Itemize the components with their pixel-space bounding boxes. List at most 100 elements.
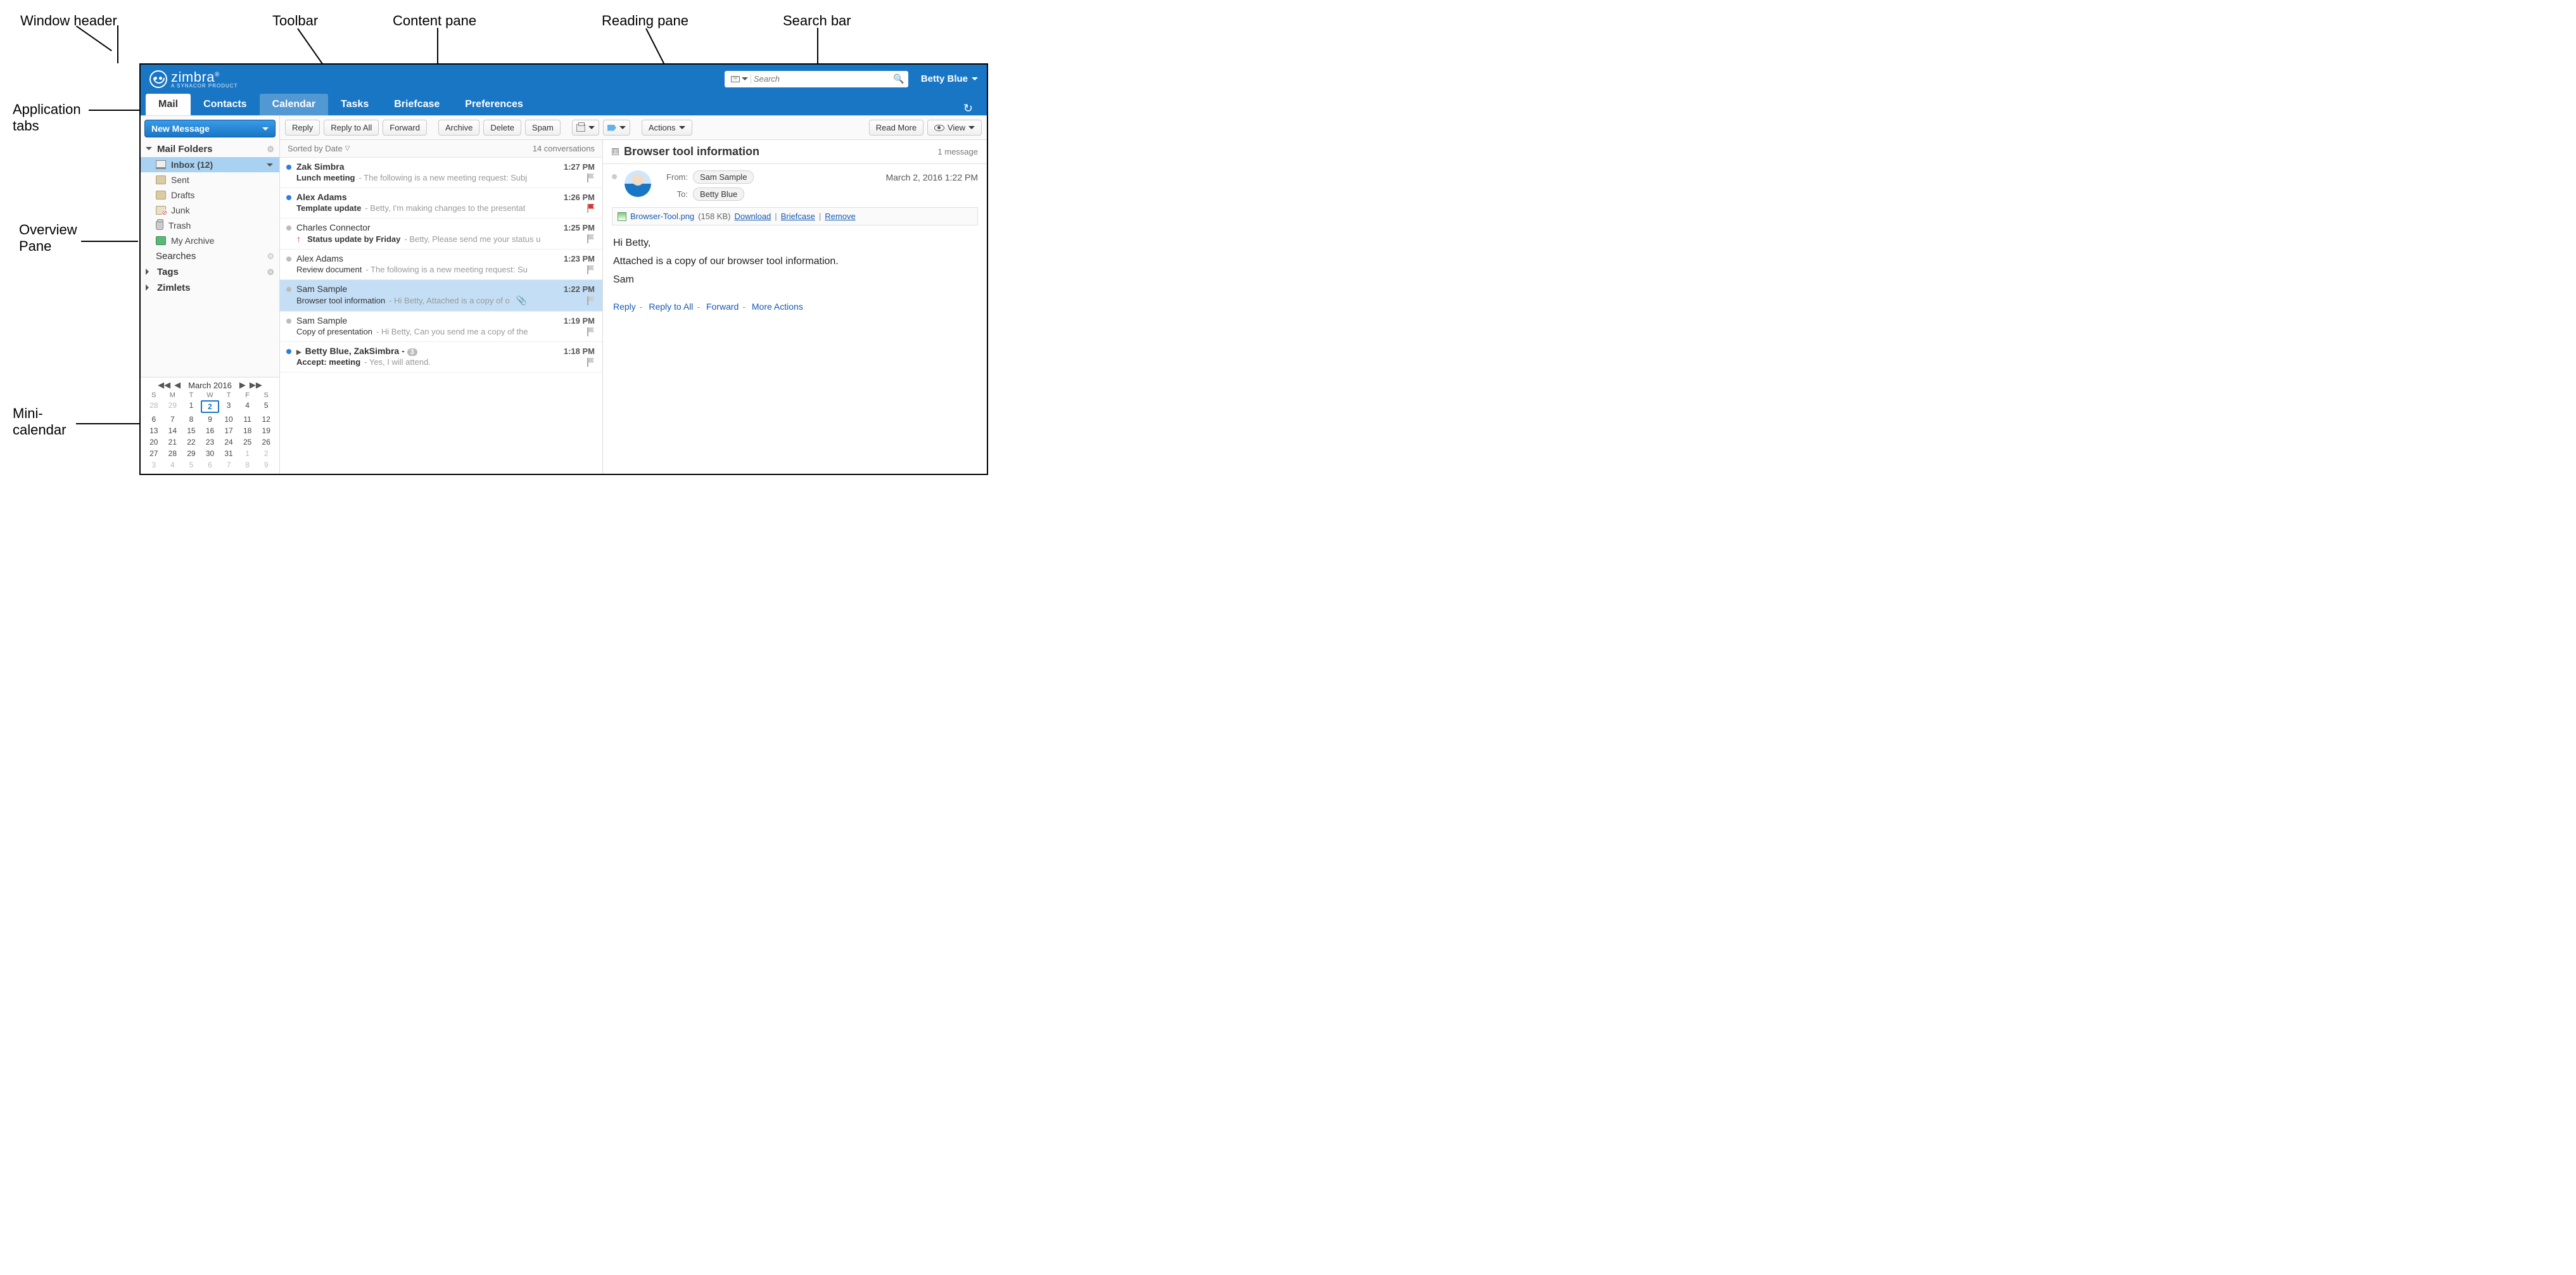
cal-day[interactable]: 17 [219,426,238,436]
cal-day[interactable]: 5 [257,400,276,413]
folder-drafts[interactable]: Drafts [141,187,279,203]
gear-icon[interactable]: ⚙ [267,251,274,262]
refresh-icon[interactable]: ↻ [955,102,982,115]
folder-trash[interactable]: Trash [141,218,279,233]
cal-day[interactable]: 26 [257,437,276,447]
cal-day[interactable]: 15 [182,426,201,436]
cal-day[interactable]: 23 [201,437,220,447]
cal-day[interactable]: 1 [238,448,257,459]
cal-next-year[interactable]: ▶▶ [250,380,262,390]
thread-expand-icon[interactable]: ▶ [296,349,301,356]
cal-day[interactable]: 8 [238,460,257,470]
mail-folders-header[interactable]: Mail Folders ⚙ [141,141,279,157]
message-item[interactable]: Sam Sample 1:19 PM Copy of presentation … [280,312,602,342]
cal-day[interactable]: 11 [238,414,257,424]
cal-day[interactable]: 20 [144,437,163,447]
tags-header[interactable]: Tags⚙ [141,264,279,280]
logo[interactable]: zimbra® A SYNACOR PRODUCT [149,69,238,89]
from-chip[interactable]: Sam Sample [693,170,754,184]
cal-day[interactable]: 7 [163,414,182,424]
message-item[interactable]: Sam Sample 1:22 PM Browser tool informat… [280,280,602,312]
message-item[interactable]: Alex Adams 1:23 PM Review document - The… [280,250,602,280]
flag-icon[interactable] [587,358,595,367]
tab-mail[interactable]: Mail [146,94,191,115]
actions-button[interactable]: Actions [642,120,692,136]
archive-button[interactable]: Archive [438,120,479,136]
folder-my[interactable]: My Archive [141,233,279,248]
cal-next-month[interactable]: ▶ [239,380,246,390]
searches-header[interactable]: Searches⚙ [141,248,279,264]
cal-day[interactable]: 13 [144,426,163,436]
cal-day[interactable]: 9 [257,460,276,470]
new-message-button[interactable]: New Message [144,120,276,137]
gear-icon[interactable]: ⚙ [267,267,274,277]
attachment-briefcase-link[interactable]: Briefcase [781,212,815,221]
tab-tasks[interactable]: Tasks [328,94,381,115]
cal-day[interactable]: 30 [201,448,220,459]
tab-calendar[interactable]: Calendar [260,94,328,115]
user-menu[interactable]: Betty Blue [921,73,978,84]
cal-day[interactable]: 3 [219,400,238,413]
flag-icon[interactable] [587,234,595,243]
reading-forward-link[interactable]: Forward [706,301,739,312]
to-chip[interactable]: Betty Blue [693,187,744,201]
flag-icon[interactable] [587,296,595,305]
cal-day[interactable]: 6 [144,414,163,424]
cal-day[interactable]: 12 [257,414,276,424]
message-item[interactable]: ▶ Betty Blue, ZakSimbra - 3 1:18 PM Acce… [280,342,602,372]
reply-all-button[interactable]: Reply to All [324,120,379,136]
tab-briefcase[interactable]: Briefcase [381,94,452,115]
cal-day[interactable]: 5 [182,460,201,470]
cal-day[interactable]: 28 [163,448,182,459]
sort-control[interactable]: Sorted by Date ▽ [288,144,350,153]
cal-day[interactable]: 2 [201,400,220,413]
cal-prev-year[interactable]: ◀◀ [158,380,170,390]
cal-day[interactable]: 6 [201,460,220,470]
cal-day[interactable]: 31 [219,448,238,459]
folder-junk[interactable]: Junk [141,203,279,218]
attachment-name[interactable]: Browser-Tool.png [630,212,694,221]
chevron-down-icon[interactable] [267,160,273,170]
reading-reply-link[interactable]: Reply [613,301,636,312]
cal-day[interactable]: 7 [219,460,238,470]
message-item[interactable]: Alex Adams 1:26 PM Template update - Bet… [280,188,602,219]
cal-day[interactable]: 16 [201,426,220,436]
cal-day[interactable]: 22 [182,437,201,447]
flag-icon[interactable] [587,265,595,274]
tab-preferences[interactable]: Preferences [452,94,536,115]
forward-button[interactable]: Forward [383,120,427,136]
folder-sent[interactable]: Sent [141,172,279,187]
search-input[interactable] [754,74,894,84]
delete-button[interactable]: Delete [483,120,521,136]
flag-icon[interactable] [587,327,595,336]
cal-day[interactable]: 14 [163,426,182,436]
spam-button[interactable]: Spam [525,120,561,136]
cal-day[interactable]: 9 [201,414,220,424]
cal-day[interactable]: 25 [238,437,257,447]
tab-contacts[interactable]: Contacts [191,94,259,115]
cal-day[interactable]: 28 [144,400,163,413]
reading-more-actions-link[interactable]: More Actions [752,301,803,312]
reading-reply-all-link[interactable]: Reply to All [649,301,693,312]
message-item[interactable]: Zak Simbra 1:27 PM Lunch meeting - The f… [280,158,602,188]
print-button[interactable] [572,120,599,136]
cal-day[interactable]: 24 [219,437,238,447]
tag-button[interactable] [603,120,630,136]
message-item[interactable]: Charles Connector 1:25 PM ↑ Status updat… [280,219,602,250]
search-scope-dropdown[interactable] [728,75,751,84]
cal-day[interactable]: 21 [163,437,182,447]
flag-icon[interactable] [587,204,595,213]
gear-icon[interactable]: ⚙ [267,144,274,155]
cal-day[interactable]: 27 [144,448,163,459]
reply-button[interactable]: Reply [285,120,320,136]
cal-day[interactable]: 10 [219,414,238,424]
cal-day[interactable]: 18 [238,426,257,436]
cal-day[interactable]: 2 [257,448,276,459]
view-button[interactable]: View [927,120,982,136]
cal-day[interactable]: 1 [182,400,201,413]
flag-icon[interactable] [587,174,595,182]
cal-prev-month[interactable]: ◀ [174,380,181,390]
collapse-icon[interactable]: ⊟ [612,148,619,155]
folder-inbox[interactable]: Inbox (12) [141,157,279,172]
search-bar[interactable]: 🔍 [725,71,908,87]
